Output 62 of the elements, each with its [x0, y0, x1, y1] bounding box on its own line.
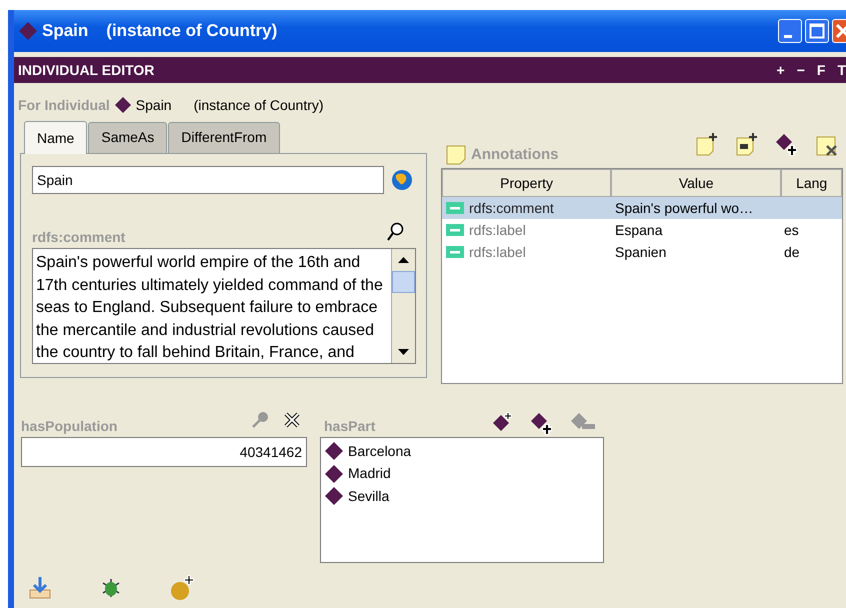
part-item[interactable]: Barcelona	[348, 440, 412, 462]
name-field[interactable]: Spain	[32, 166, 384, 194]
property-icon	[446, 224, 464, 236]
part-item[interactable]: Sevilla	[348, 486, 390, 507]
diamond-icon	[324, 441, 344, 462]
population-field[interactable]: 40341462	[21, 437, 307, 467]
toolbar-button[interactable]: F	[810, 63, 832, 77]
has-part-label: hasPart	[324, 417, 376, 436]
value-cell: Spain's powerful wo…	[615, 200, 754, 216]
individual-type: (instance of Country)	[194, 96, 324, 115]
value-cell: Espana	[615, 222, 662, 238]
part-item[interactable]: Madrid	[348, 463, 391, 484]
value-cell: Spanien	[615, 244, 666, 260]
delete-icon[interactable]	[283, 411, 301, 429]
lang-cell: es	[784, 222, 799, 238]
window-title: Spain	[42, 20, 88, 42]
population-label: hasPopulation	[21, 417, 118, 436]
toolbar-button[interactable]: T	[831, 63, 846, 77]
new-instance-icon[interactable]	[170, 575, 196, 601]
diamond-icon	[18, 21, 38, 41]
add-note-icon[interactable]	[695, 133, 719, 157]
property-cell-text: rdfs:label	[469, 242, 526, 262]
lang-cell: de	[784, 244, 800, 260]
tab[interactable]: Name	[24, 121, 88, 154]
property-icon	[446, 202, 464, 214]
maximize-button[interactable]	[805, 19, 829, 43]
note-icon	[445, 144, 467, 166]
import-icon[interactable]	[28, 576, 52, 600]
tab[interactable]: SameAs	[88, 122, 168, 153]
add-instance-icon[interactable]	[530, 412, 554, 436]
property-cell-text: rdfs:label	[469, 220, 526, 240]
table-row[interactable]: rdfs:label Espana es	[442, 219, 842, 241]
add-document-note-icon[interactable]	[735, 133, 759, 157]
property-cell-text: rdfs:comment	[469, 198, 554, 218]
window-subtitle: (instance of Country)	[106, 20, 278, 42]
column-header[interactable]: Value	[611, 169, 782, 197]
maximize-icon	[809, 23, 825, 39]
individual-name: Spain	[136, 96, 172, 115]
table-row[interactable]: rdfs:comment Spain's powerful wo…	[442, 197, 842, 219]
create-instance-icon[interactable]	[492, 412, 514, 434]
scroll-thumb[interactable]	[392, 271, 415, 293]
diamond-icon	[324, 464, 344, 484]
column-header[interactable]: Property	[442, 169, 612, 197]
toolbar-button[interactable]: +	[770, 63, 791, 77]
comment-label: rdfs:comment	[32, 228, 126, 247]
minimize-icon	[784, 34, 792, 38]
for-individual-label: For Individual	[18, 96, 110, 114]
add-instance-icon[interactable]	[775, 133, 799, 157]
scrollbar[interactable]	[391, 249, 415, 363]
diamond-icon	[114, 96, 132, 114]
tab[interactable]: DifferentFrom	[168, 122, 280, 153]
globe-icon	[391, 169, 413, 191]
property-icon	[446, 246, 464, 258]
column-header[interactable]: Lang	[781, 169, 842, 197]
annotations-title: Annotations	[471, 144, 558, 164]
diamond-icon	[324, 486, 344, 506]
toolbar-button[interactable]: −	[790, 63, 811, 77]
search-icon[interactable]	[386, 222, 404, 242]
table-row[interactable]: rdfs:label Spanien de	[442, 241, 842, 263]
editor-title: INDIVIDUAL EDITOR	[18, 60, 154, 80]
minimize-button[interactable]	[778, 19, 802, 43]
bug-icon[interactable]	[100, 577, 122, 599]
